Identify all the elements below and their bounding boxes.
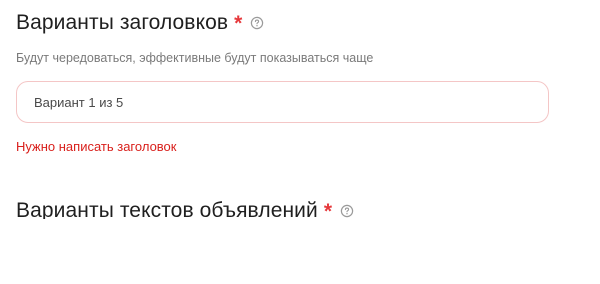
- required-mark: *: [323, 199, 333, 220]
- required-mark: *: [234, 11, 243, 35]
- ad-texts-heading-row: Варианты текстов объявлений *: [16, 194, 576, 219]
- question-circle-icon[interactable]: [250, 16, 264, 30]
- question-circle-icon[interactable]: [340, 204, 354, 218]
- headline-input[interactable]: Вариант 1 из 5: [16, 81, 549, 123]
- headline-input-value[interactable]: Вариант 1 из 5: [34, 95, 123, 110]
- headline-error-message: Нужно написать заголовок: [16, 139, 177, 154]
- headlines-title: Варианты заголовков: [16, 11, 229, 34]
- headlines-description: Будут чередоваться, эффективные будут по…: [16, 51, 374, 65]
- headlines-heading-row: Варианты заголовков *: [16, 10, 576, 36]
- page: Варианты заголовков * Будут чередоваться…: [0, 0, 600, 284]
- ad-texts-title: Варианты текстов объявлений: [16, 199, 318, 219]
- headlines-section: Варианты заголовков * Будут чередоваться…: [16, 10, 576, 65]
- ad-texts-section: Варианты текстов объявлений *: [16, 194, 576, 219]
